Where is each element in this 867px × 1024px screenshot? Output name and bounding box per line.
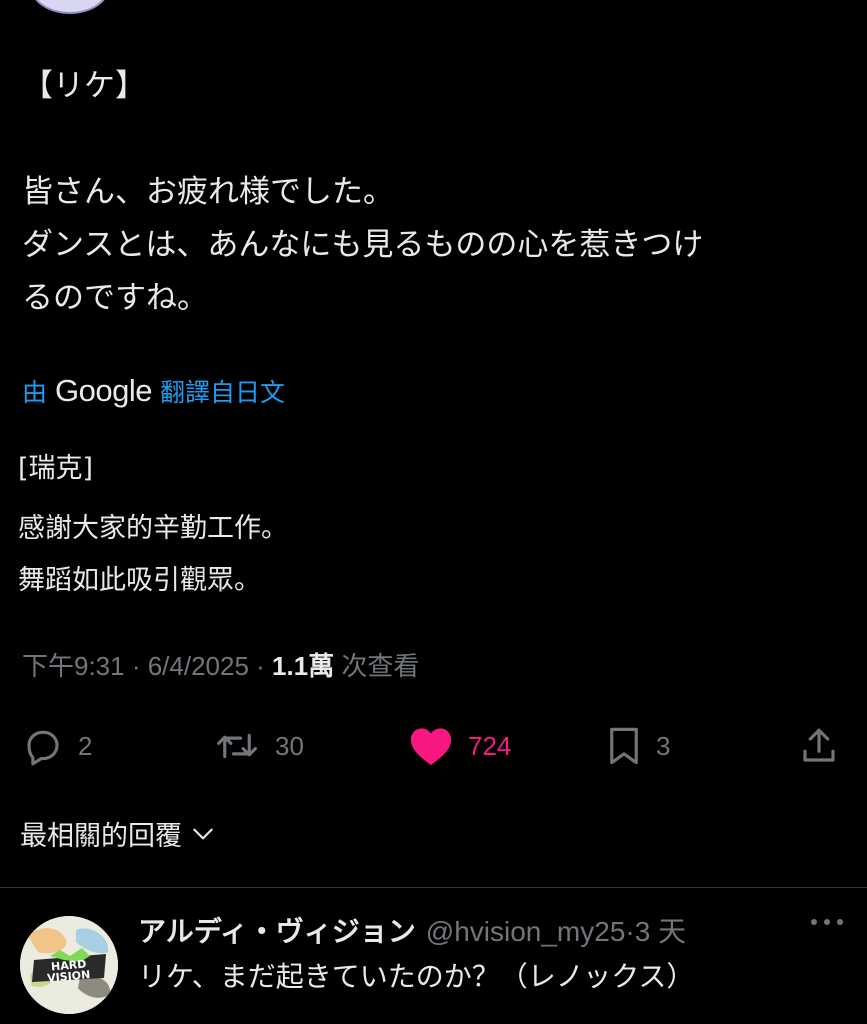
reply-icon <box>27 730 59 766</box>
meta-separator: · <box>124 651 148 681</box>
repost-button[interactable]: 30 <box>213 718 304 774</box>
translation-suffix: 翻譯自日文 <box>159 378 285 407</box>
like-button[interactable]: 724 <box>408 718 511 774</box>
replies-sort-label: 最相關的回覆 <box>20 821 182 852</box>
reply-age[interactable]: 3 天 <box>635 910 686 950</box>
translation-prefix: 由 <box>22 378 48 407</box>
reply-count: 2 <box>78 730 93 761</box>
views-label: 次查看 <box>334 651 420 681</box>
reply-actions-peek <box>0 1018 867 1024</box>
share-button[interactable] <box>798 718 840 774</box>
share-icon <box>803 728 835 762</box>
reply-avatar[interactable]: HARD VISION <box>20 916 118 1014</box>
reply-item[interactable]: HARD VISION アルディ・ヴィジョン @hvision_my25 · 3… <box>0 888 867 1024</box>
hard-vision-logo: HARD VISION <box>20 916 118 1014</box>
reply-handle[interactable]: @hvision_my25 <box>426 916 626 948</box>
tweet-line: 皆さん、お疲れ様でした。 <box>22 174 394 210</box>
reply-button[interactable]: 2 <box>22 718 92 774</box>
tweet-line: ダンスとは、あんなにも見るものの心を惹きつけ <box>22 227 704 263</box>
reply-text: リケ、まだ起きていたのか？（レノックス） <box>138 960 695 993</box>
bookmark-button[interactable]: 3 <box>606 718 670 774</box>
tweet-meta: 下午9:31 · 6/4/2025 · 1.1萬 次查看 <box>22 646 419 683</box>
more-icon <box>811 919 843 925</box>
reply-header: アルディ・ヴィジョン @hvision_my25 · 3 天 <box>138 910 686 950</box>
tweet-detail-page: 【リケ】 皆さん、お疲れ様でした。 ダンスとは、あんなにも見るものの心を惹きつけ… <box>0 0 867 1024</box>
tweet-line: 【リケ】 <box>22 68 146 104</box>
reply-separator: · <box>625 916 635 947</box>
chevron-down-icon <box>193 828 213 839</box>
translated-line: 感謝大家的辛勤工作。 <box>18 513 288 544</box>
views-count[interactable]: 1.1萬 <box>272 651 334 681</box>
tweet-line: るのですね。 <box>22 280 208 316</box>
heart-icon <box>410 728 452 766</box>
bookmark-count: 3 <box>656 730 671 761</box>
more-options-button[interactable] <box>808 914 846 933</box>
tweet-original-text: 【リケ】 皆さん、お疲れ様でした。 ダンスとは、あんなにも見るものの心を惹きつけ… <box>22 60 852 325</box>
translated-line: 舞蹈如此吸引觀眾。 <box>18 565 261 596</box>
like-count: 724 <box>468 730 512 761</box>
tweet-actions: 2 30 724 3 <box>0 718 867 774</box>
repost-icon <box>217 733 257 759</box>
repost-count: 30 <box>275 730 304 761</box>
author-avatar[interactable] <box>30 0 110 14</box>
translation-attribution[interactable]: 由 Google 翻譯自日文 <box>22 373 285 409</box>
tweet-translated-text: [瑞克] 感謝大家的辛勤工作。 舞蹈如此吸引觀眾。 <box>18 443 848 607</box>
google-logo: Google <box>55 373 152 408</box>
tweet-time[interactable]: 下午9:31 <box>22 651 125 681</box>
bookmark-icon <box>610 727 638 765</box>
translated-line: [瑞克] <box>18 453 94 484</box>
replies-sort-dropdown[interactable]: 最相關的回覆 <box>20 814 216 853</box>
tweet-date[interactable]: 6/4/2025 <box>148 651 249 681</box>
reply-display-name[interactable]: アルディ・ヴィジョン <box>138 910 416 950</box>
meta-separator: · <box>248 651 273 681</box>
